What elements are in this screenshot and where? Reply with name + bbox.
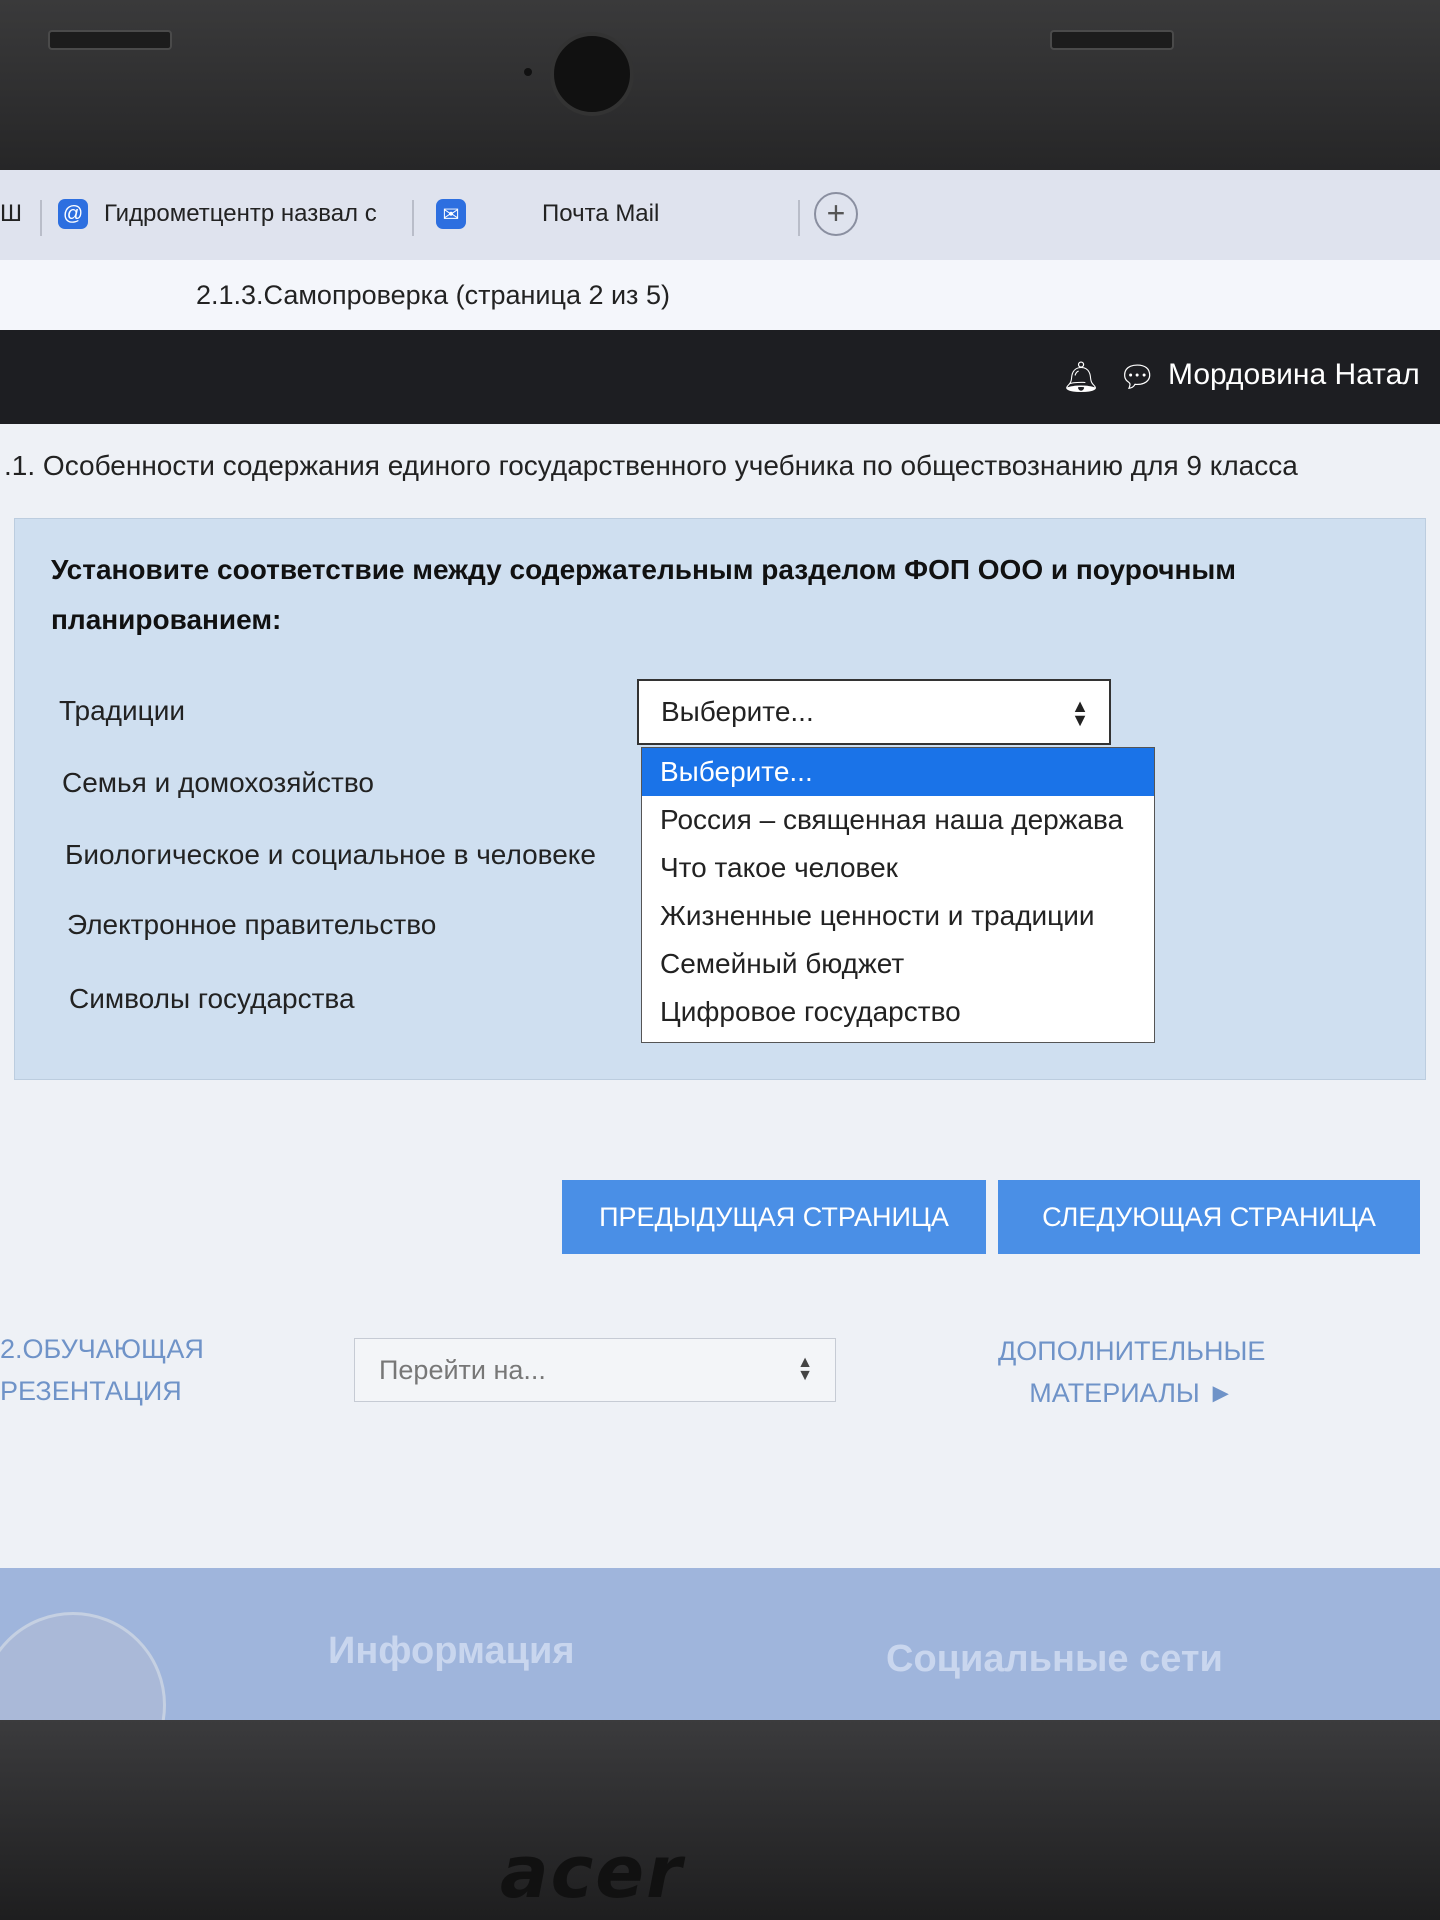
tab-separator <box>798 200 800 236</box>
page-title: 2.1.3.Самопроверка (страница 2 из 5) <box>196 280 670 310</box>
at-sign-icon: @ <box>58 199 88 229</box>
previous-page-button[interactable]: ПРЕДЫДУЩАЯ СТРАНИЦА <box>562 1180 986 1254</box>
webcam-led <box>524 68 532 76</box>
chat-bubble-icon[interactable]: 💬︎ <box>1118 360 1156 395</box>
tab-separator <box>40 200 42 236</box>
tab-mail[interactable]: ✉ Почта Mail <box>436 190 659 238</box>
tab-partial[interactable]: Ш <box>0 190 22 238</box>
match-item-label: Символы государства <box>69 983 355 1014</box>
dropdown-option[interactable]: Жизненные ценности и традиции <box>642 892 1154 940</box>
course-section-title: .1. Особенности содержания единого госуд… <box>4 450 1298 481</box>
dropdown-option[interactable]: Семейный бюджет <box>642 940 1154 988</box>
tab-hydromet[interactable]: @ Гидрометцентр назвал с <box>58 190 398 238</box>
jump-to-select[interactable]: Перейти на... ▲ ▼ <box>354 1338 836 1402</box>
laptop-bezel-top <box>0 0 1440 170</box>
browser-tab-bar: Ш @ Гидрометцентр назвал с ✉ Почта Mail … <box>0 170 1440 261</box>
tab-label: Ш <box>0 200 22 227</box>
previous-activity-line1: 2.ОБУЧАЮЩАЯ <box>0 1334 204 1364</box>
bezel-notch-right <box>1050 30 1174 50</box>
laptop-bezel-bottom <box>0 1720 1440 1920</box>
select-arrows-icon: ▲ ▼ <box>1071 696 1089 730</box>
match-item-label: Семья и домохозяйство <box>62 767 374 798</box>
match-item-label: Электронное правительство <box>67 909 437 940</box>
dropdown-option[interactable]: Россия – священная наша держава <box>642 796 1154 844</box>
laptop-screen: Ш @ Гидрометцентр назвал с ✉ Почта Mail … <box>0 170 1440 1720</box>
answer-select[interactable]: Выберите... ▲ ▼ <box>637 679 1111 745</box>
question-text: Установите соответствие между содержател… <box>51 554 1237 635</box>
brand-logo: acer <box>500 1830 684 1914</box>
match-item-label: Биологическое и социальное в человеке <box>65 839 596 870</box>
institution-logo <box>0 1612 166 1720</box>
match-item-label: Традиции <box>59 695 185 726</box>
browser-title-bar: 2.1.3.Самопроверка (страница 2 из 5) <box>0 260 1440 331</box>
question-panel: Установите соответствие между содержател… <box>14 518 1426 1080</box>
footer-social-heading: Социальные сети <box>886 1638 1223 1680</box>
bell-icon[interactable]: 🔔︎ <box>1062 360 1100 395</box>
bezel-notch-left <box>48 30 172 50</box>
dropdown-option[interactable]: Что такое человек <box>642 844 1154 892</box>
site-top-nav: 🔔︎ 💬︎ Мордовина Натал <box>0 330 1440 424</box>
tab-label: Гидрометцентр назвал с <box>104 200 377 227</box>
next-activity-link[interactable]: ДОПОЛНИТЕЛЬНЫЕ МАТЕРИАЛЫ ► <box>998 1330 1265 1414</box>
webcam-icon <box>550 32 634 116</box>
previous-activity-link[interactable]: 2.ОБУЧАЮЩАЯ РЕЗЕНТАЦИЯ <box>0 1328 204 1412</box>
select-value: Выберите... <box>661 696 814 727</box>
dropdown-option[interactable]: Цифровое государство <box>642 988 1154 1036</box>
select-arrows-icon: ▲ ▼ <box>797 1354 813 1384</box>
tab-separator <box>412 200 414 236</box>
mail-icon: ✉ <box>436 199 466 229</box>
next-page-button[interactable]: СЛЕДУЮЩАЯ СТРАНИЦА <box>998 1180 1420 1254</box>
next-activity-line1: ДОПОЛНИТЕЛЬНЫЕ <box>998 1336 1266 1366</box>
site-footer: Информация Социальные сети <box>0 1568 1440 1720</box>
tab-label: Почта Mail <box>542 200 660 227</box>
user-menu[interactable]: Мордовина Натал <box>1168 358 1420 392</box>
new-tab-button[interactable]: + <box>814 192 858 236</box>
next-activity-line2: МАТЕРИАЛЫ ► <box>1029 1378 1235 1408</box>
footer-info-heading: Информация <box>328 1630 575 1672</box>
dropdown-option[interactable]: Выберите... <box>642 748 1154 796</box>
jump-to-placeholder: Перейти на... <box>379 1354 546 1385</box>
answer-dropdown-list: Выберите... Россия – священная наша держ… <box>641 747 1155 1043</box>
previous-activity-line2: РЕЗЕНТАЦИЯ <box>0 1376 182 1406</box>
